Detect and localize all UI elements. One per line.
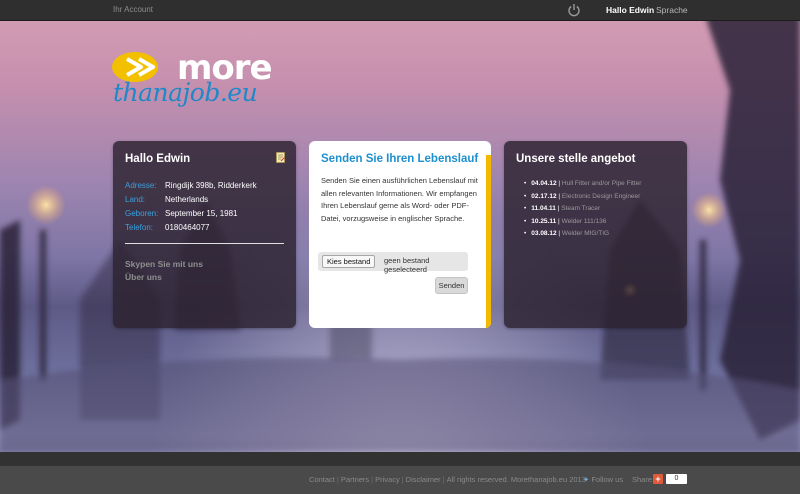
job-title[interactable]: Welder MIG/TIG: [562, 230, 609, 237]
job-date: 11.04.11: [531, 205, 556, 212]
jobs-list: 04.04.12 | Hull Fitter and/or Pipe Fitte…: [524, 178, 641, 241]
job-item[interactable]: 10.25.11 | Welder 111/136: [524, 216, 641, 229]
profile-key: Land:: [125, 195, 146, 204]
send-button[interactable]: Senden: [435, 277, 468, 294]
choose-file-button[interactable]: Kies bestand: [322, 255, 376, 268]
follow-us-link[interactable]: ✦ Follow us: [583, 475, 623, 484]
skype-link[interactable]: Skypen Sie mit uns: [125, 259, 203, 269]
share-count: 0: [666, 474, 687, 484]
accent-bar: [486, 155, 491, 328]
logo[interactable]: more thanajob.eu: [111, 48, 291, 112]
profile-row-phone: Telefon: 0180464077: [125, 221, 290, 235]
profile-value: 0180464077: [165, 223, 210, 232]
language-link[interactable]: Sprache: [656, 5, 688, 15]
job-title[interactable]: Welder 111/136: [562, 218, 607, 225]
share-plus-icon[interactable]: +: [653, 474, 663, 484]
footer-band: [0, 452, 800, 466]
job-title[interactable]: Hull Fitter and/or Pipe Fitter: [562, 180, 641, 187]
cv-title: Senden Sie Ihren Lebenslauf: [321, 153, 479, 165]
profile-key: Geboren:: [125, 209, 159, 218]
job-title[interactable]: Electronic Design Engineer: [562, 193, 640, 200]
jobs-title: Unsere stelle angebot: [516, 153, 636, 165]
job-item[interactable]: 03.08.12 | Welder MIG/TIG: [524, 228, 641, 241]
jobs-panel: Unsere stelle angebot 04.04.12 | Hull Fi…: [504, 141, 687, 328]
profile-value: Ringdijk 398b, Ridderkerk: [165, 181, 257, 190]
twitter-bird-icon: ✦: [583, 475, 590, 484]
footer-link-partners[interactable]: Partners: [341, 475, 369, 484]
job-item[interactable]: 02.17.12 | Electronic Design Engineer: [524, 191, 641, 204]
footer: Contact | Partners | Privacy | Disclaimer | All …: [0, 466, 800, 494]
user-greeting[interactable]: Hallo Edwin: [606, 5, 654, 15]
profile-row-birthdate: Geboren: September 15, 1981: [125, 207, 290, 221]
job-item[interactable]: 11.04.11 | Steam Tracer: [524, 203, 641, 216]
footer-link-contact[interactable]: Contact: [309, 475, 335, 484]
job-date: 03.08.12: [531, 230, 557, 237]
profile-row-address: Adresse: Ringdijk 398b, Ridderkerk: [125, 179, 290, 193]
job-date: 10.25.11: [531, 217, 557, 225]
profile-value: September 15, 1981: [165, 209, 238, 218]
cv-upload-panel: Senden Sie Ihren Lebenslauf Senden Sie e…: [309, 141, 491, 328]
share-label: Share: [632, 475, 653, 484]
profile-panel: Hallo Edwin Adresse: Ringdijk 398b, Ridd…: [113, 141, 296, 328]
profile-key: Adresse:: [125, 181, 157, 190]
profile-title: Hallo Edwin: [125, 153, 191, 165]
copyright: All rights reserved. Morethanajob.eu 201…: [446, 475, 586, 484]
footer-links: Contact | Partners | Privacy | Disclaimer | All …: [309, 475, 586, 484]
cv-description: Senden Sie einen ausführlichen Lebenslau…: [321, 176, 478, 223]
profile-row-country: Land: Netherlands: [125, 193, 290, 207]
profile-details: Adresse: Ringdijk 398b, Ridderkerk Land:…: [125, 179, 290, 235]
job-item[interactable]: 04.04.12 | Hull Fitter and/or Pipe Fitte…: [524, 178, 641, 191]
edit-note-icon[interactable]: [276, 152, 285, 163]
logo-text-domain: thanajob.eu: [113, 78, 258, 107]
file-status: geen bestand geselecteerd: [384, 256, 430, 274]
job-date: 04.04.12: [531, 180, 557, 187]
top-bar: Ihr Account Hallo Edwin Sprache: [0, 0, 800, 21]
footer-link-disclaimer[interactable]: Disclaimer: [406, 475, 441, 484]
profile-value: Netherlands: [165, 195, 209, 204]
power-icon[interactable]: [567, 3, 581, 17]
footer-link-privacy[interactable]: Privacy: [375, 475, 400, 484]
profile-key: Telefon:: [125, 223, 154, 232]
file-input[interactable]: Kies bestand geen bestand geselecteerd: [318, 252, 468, 274]
job-date: 02.17.12: [531, 192, 557, 200]
follow-label: Follow us: [591, 475, 624, 484]
job-title[interactable]: Steam Tracer: [561, 205, 600, 212]
account-link[interactable]: Ihr Account: [113, 5, 153, 14]
divider: [125, 243, 284, 244]
about-us-link[interactable]: Über uns: [125, 272, 162, 282]
